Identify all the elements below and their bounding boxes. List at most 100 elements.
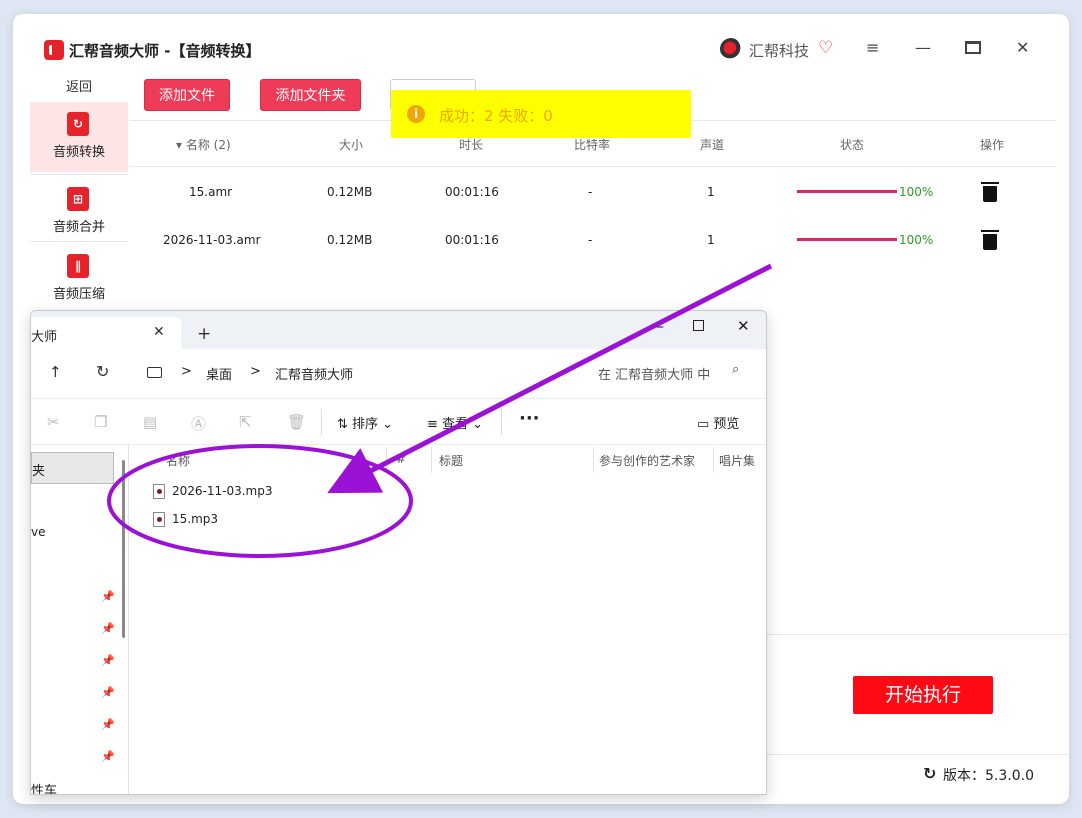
sort-button[interactable]: ⇅ 排序 ⌄ xyxy=(337,413,393,432)
computer-icon[interactable] xyxy=(147,367,162,378)
sidebar-item-label: 音频转换 xyxy=(52,145,105,160)
col-header-artist[interactable]: 参与创作的艺术家 xyxy=(599,452,695,469)
add-file-button[interactable]: 添加文件 xyxy=(144,79,230,111)
nav-item-bottom[interactable]: 性车 xyxy=(31,780,57,794)
pin-icon: 📌 xyxy=(101,750,115,763)
progress-text: 100% xyxy=(899,185,934,199)
menu-icon[interactable]: ≡ xyxy=(866,38,879,57)
maximize-icon[interactable] xyxy=(965,41,981,54)
divider xyxy=(713,447,714,473)
share-icon[interactable]: ⇱ xyxy=(239,413,252,431)
brand-name: 汇帮科技 xyxy=(749,42,810,60)
nav-item-label: 夹 xyxy=(32,464,46,479)
merge-icon: ⊞ xyxy=(67,187,89,211)
progress-bar xyxy=(797,238,897,241)
col-header-album[interactable]: 唱片集 xyxy=(719,452,755,469)
divider xyxy=(431,447,432,473)
divider xyxy=(30,241,128,242)
cut-icon[interactable]: ✂ xyxy=(47,413,60,431)
divider xyxy=(593,447,594,473)
app-logo-icon xyxy=(44,40,64,60)
convert-icon: ↻ xyxy=(67,112,89,136)
close-icon[interactable]: ✕ xyxy=(1016,38,1029,57)
pin-icon: 📌 xyxy=(101,718,115,731)
file-explorer-window: 大师 ✕ + — ✕ ↑ ↻ > 桌面 > 汇帮音频大师 在 汇帮音频大师 中 … xyxy=(30,310,767,795)
col-header-status: 状态 xyxy=(840,138,865,152)
progress-bar xyxy=(797,190,897,193)
row-channels: 1 xyxy=(707,185,715,199)
chevron-right-icon: > xyxy=(250,364,261,379)
row-bitrate: - xyxy=(588,233,593,247)
col-header-number[interactable]: # xyxy=(396,452,406,466)
preview-button[interactable]: ▭ 预览 xyxy=(697,413,739,432)
paste-icon[interactable]: ▤ xyxy=(143,413,157,431)
pin-icon: 📌 xyxy=(101,590,115,603)
col-header-title[interactable]: 标题 xyxy=(439,452,463,469)
row-size: 0.12MB xyxy=(327,185,373,199)
rename-icon[interactable]: Ⓐ xyxy=(191,413,206,434)
row-channels: 1 xyxy=(707,233,715,247)
minimize-icon[interactable]: — xyxy=(915,38,931,57)
command-bar: ✂ ❐ ▤ Ⓐ ⇱ 🗑 ⇅ 排序 ⌄ ≡ 查看 ⌄ ··· ▭ 预览 xyxy=(31,399,766,445)
heart-icon[interactable]: ♡ xyxy=(818,38,833,58)
sidebar: 返回 ↻ 音频转换 ⊞ 音频合并 ∥ 音频压缩 xyxy=(30,72,128,332)
compress-icon: ∥ xyxy=(67,254,89,278)
row-name: 15.amr xyxy=(189,185,233,199)
toast-text: 成功：2 失败：0 xyxy=(439,107,553,125)
sidebar-item-compress[interactable]: ∥ 音频压缩 xyxy=(30,244,128,306)
search-icon[interactable]: ⌕ xyxy=(732,362,739,377)
tab-close-icon[interactable]: ✕ xyxy=(153,324,165,340)
copy-icon[interactable]: ❐ xyxy=(94,413,107,431)
up-arrow-icon[interactable]: ↑ xyxy=(49,363,62,381)
explorer-tab[interactable]: 大师 ✕ xyxy=(31,317,181,349)
app-title: 汇帮音频大师 -【音频转换】 xyxy=(69,42,261,60)
refresh-icon[interactable]: ↻ xyxy=(923,764,936,783)
file-name: 2026-11-03.mp3 xyxy=(172,484,273,498)
title-bar: 汇帮音频大师 -【音频转换】 汇帮科技 ♡ ≡ — ✕ xyxy=(13,14,1069,74)
divider xyxy=(501,409,502,435)
sidebar-item-convert[interactable]: ↻ 音频转换 xyxy=(30,102,128,172)
explorer-close-icon[interactable]: ✕ xyxy=(737,317,750,335)
start-button[interactable]: 开始执行 xyxy=(853,676,993,714)
chevron-right-icon: > xyxy=(181,364,192,379)
breadcrumb-desktop[interactable]: 桌面 xyxy=(206,364,232,383)
nav-item-onedrive[interactable]: ve xyxy=(31,525,45,539)
trash-icon[interactable] xyxy=(981,230,999,250)
more-options-icon[interactable]: ··· xyxy=(519,408,540,429)
add-folder-button[interactable]: 添加文件夹 xyxy=(260,79,361,111)
nav-item-selected[interactable]: 夹 xyxy=(31,452,114,484)
back-button[interactable]: 返回 xyxy=(30,76,128,95)
new-tab-icon[interactable]: + xyxy=(197,324,211,344)
divider xyxy=(30,174,128,175)
explorer-minimize-icon[interactable]: — xyxy=(649,317,664,335)
col-header-actions: 操作 xyxy=(980,138,1005,152)
col-header-bitrate: 比特率 xyxy=(574,138,611,152)
pin-icon: 📌 xyxy=(101,622,115,635)
scrollbar[interactable] xyxy=(122,460,125,638)
col-header-name[interactable]: ▾ 名称 (2) xyxy=(176,136,231,153)
sidebar-item-label: 音频压缩 xyxy=(52,287,105,302)
trash-icon[interactable] xyxy=(981,182,999,202)
search-input[interactable]: 在 汇帮音频大师 中 ⌕ xyxy=(591,357,751,387)
row-duration: 00:01:16 xyxy=(445,185,499,199)
pin-icon: 📌 xyxy=(101,654,115,667)
sidebar-item-label: 音频合并 xyxy=(52,220,105,235)
row-size: 0.12MB xyxy=(327,233,373,247)
view-button[interactable]: ≡ 查看 ⌄ xyxy=(427,413,483,432)
refresh-icon[interactable]: ↻ xyxy=(96,362,109,381)
address-bar: ↑ ↻ > 桌面 > 汇帮音频大师 在 汇帮音频大师 中 ⌕ xyxy=(31,349,766,399)
search-placeholder: 在 汇帮音频大师 中 xyxy=(598,368,711,383)
row-duration: 00:01:16 xyxy=(445,233,499,247)
divider xyxy=(130,166,1056,167)
status-toast: i 成功：2 失败：0 xyxy=(391,90,691,138)
col-header-duration: 时长 xyxy=(459,138,484,152)
divider xyxy=(386,447,387,473)
divider xyxy=(321,409,322,435)
breadcrumb-folder[interactable]: 汇帮音频大师 xyxy=(275,364,353,383)
row-name: 2026-11-03.amr xyxy=(163,233,261,247)
delete-icon[interactable]: 🗑 xyxy=(287,413,306,431)
sidebar-item-merge[interactable]: ⊞ 音频合并 xyxy=(30,177,128,239)
explorer-maximize-icon[interactable] xyxy=(693,320,704,331)
tab-title: 大师 xyxy=(31,330,58,345)
col-header-name[interactable]: 名称 xyxy=(166,452,190,469)
